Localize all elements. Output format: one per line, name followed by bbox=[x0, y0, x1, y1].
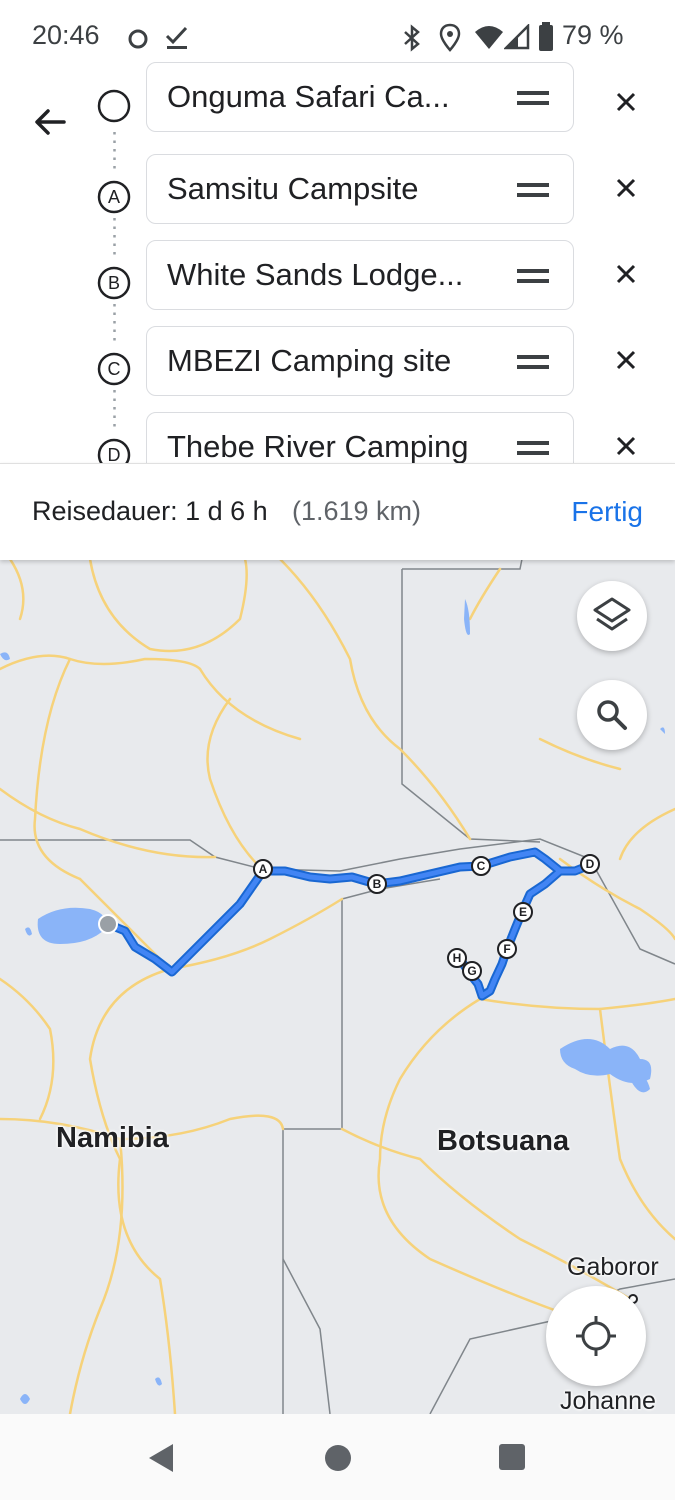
route-stop-origin: Onguma Safari Ca... bbox=[0, 62, 675, 154]
done-button[interactable]: Fertig bbox=[571, 496, 643, 528]
waypoint-marker-icon: B bbox=[97, 266, 131, 300]
map-waypoint-c[interactable]: C bbox=[471, 856, 491, 876]
stop-label: MBEZI Camping site bbox=[167, 343, 452, 378]
battery-percent: 79 % bbox=[562, 20, 624, 50]
route-stop-b: B White Sands Lodge... bbox=[0, 240, 675, 326]
country-label-botsuana: Botsuana bbox=[437, 1125, 570, 1157]
close-icon[interactable] bbox=[612, 346, 640, 374]
close-icon[interactable] bbox=[612, 260, 640, 288]
travel-distance: (1.619 km) bbox=[292, 496, 422, 526]
travel-duration: Reisedauer: 1 d 6 h bbox=[32, 496, 268, 526]
drag-handle-icon[interactable] bbox=[517, 181, 549, 201]
bluetooth-icon bbox=[404, 24, 420, 52]
close-icon[interactable] bbox=[612, 174, 640, 202]
stop-field-origin[interactable]: Onguma Safari Ca... bbox=[146, 62, 574, 132]
svg-text:A: A bbox=[108, 187, 120, 207]
waypoint-marker-icon: D bbox=[97, 438, 131, 463]
stop-field-b[interactable]: White Sands Lodge... bbox=[146, 240, 574, 310]
close-icon[interactable] bbox=[612, 432, 640, 460]
route-stop-c: C MBEZI Camping site bbox=[0, 326, 675, 412]
map-waypoint-h[interactable]: H bbox=[447, 948, 467, 968]
wifi-icon bbox=[475, 26, 503, 49]
stop-field-c[interactable]: MBEZI Camping site bbox=[146, 326, 574, 396]
country-label-namibia: Namibia bbox=[56, 1122, 169, 1154]
map-waypoint-f[interactable]: F bbox=[497, 939, 517, 959]
check-icon bbox=[165, 26, 188, 49]
stop-field-d[interactable]: Thebe River Camping bbox=[146, 412, 574, 463]
waypoint-marker-icon: A bbox=[97, 180, 131, 214]
map-waypoint-e[interactable]: E bbox=[513, 902, 533, 922]
route-stop-d: D Thebe River Camping bbox=[0, 412, 675, 463]
location-icon bbox=[439, 23, 461, 52]
system-navigation-bar bbox=[0, 1414, 675, 1500]
drag-handle-icon[interactable] bbox=[517, 439, 549, 459]
svg-text:C: C bbox=[108, 359, 121, 379]
stop-label: Samsitu Campsite bbox=[167, 171, 419, 206]
status-time: 20:46 bbox=[32, 20, 100, 50]
drag-handle-icon[interactable] bbox=[517, 89, 549, 109]
stop-label: White Sands Lodge... bbox=[167, 257, 464, 292]
battery-icon bbox=[539, 22, 553, 51]
city-label-johannesburg: Johanne bbox=[560, 1387, 656, 1414]
home-circle-icon[interactable] bbox=[323, 1443, 353, 1473]
stop-label: Thebe River Camping bbox=[167, 429, 469, 463]
drag-handle-icon[interactable] bbox=[517, 353, 549, 373]
svg-text:D: D bbox=[108, 445, 121, 463]
my-location-button[interactable] bbox=[546, 1286, 646, 1386]
map-waypoint-a[interactable]: A bbox=[253, 859, 273, 879]
map-waypoint-b[interactable]: B bbox=[367, 874, 387, 894]
waypoint-marker-icon: C bbox=[97, 352, 131, 386]
search-icon bbox=[597, 700, 627, 730]
stop-label: Onguma Safari Ca... bbox=[167, 79, 450, 114]
layers-icon bbox=[593, 597, 631, 631]
back-triangle-icon[interactable] bbox=[145, 1442, 175, 1474]
route-stop-a: A Samsitu Campsite bbox=[0, 154, 675, 240]
my-location-icon bbox=[576, 1316, 616, 1356]
search-button[interactable] bbox=[577, 680, 647, 750]
map-view[interactable]: A B C D E F G H Namibia Botsuana Gaboror… bbox=[0, 559, 675, 1414]
recents-square-icon[interactable] bbox=[498, 1443, 526, 1471]
layers-button[interactable] bbox=[577, 581, 647, 651]
signal-icon bbox=[504, 24, 530, 50]
notification-circle-icon bbox=[128, 29, 148, 49]
route-summary: Reisedauer: 1 d 6 h (1.619 km) Fertig bbox=[0, 463, 675, 560]
close-icon[interactable] bbox=[612, 88, 640, 116]
route-editor: Onguma Safari Ca... A Samsitu Campsite B… bbox=[0, 60, 675, 463]
map-waypoint-d[interactable]: D bbox=[580, 854, 600, 874]
origin-circle-icon bbox=[97, 89, 131, 123]
stop-field-a[interactable]: Samsitu Campsite bbox=[146, 154, 574, 224]
drag-handle-icon[interactable] bbox=[517, 267, 549, 287]
svg-text:B: B bbox=[108, 273, 120, 293]
city-label-gaborone: Gaboror bbox=[567, 1253, 659, 1281]
